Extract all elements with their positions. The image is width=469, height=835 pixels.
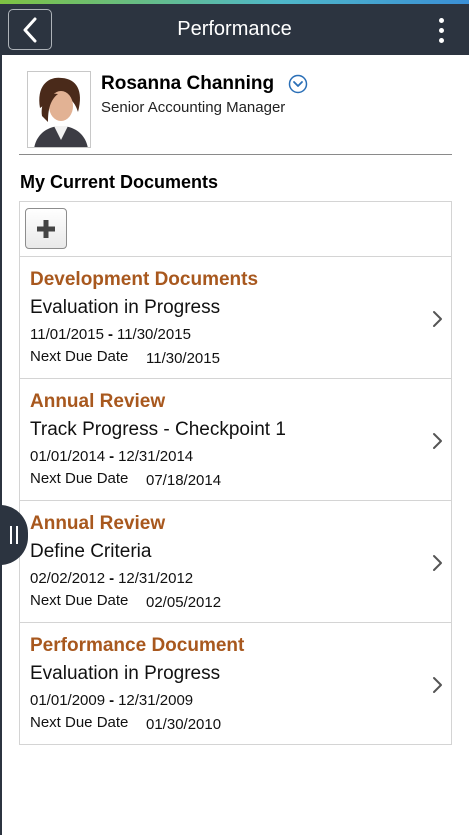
document-type: Development Documents <box>30 269 259 290</box>
chevron-right-icon <box>433 677 442 693</box>
document-row[interactable]: Annual Review Track Progress - Checkpoin… <box>20 379 451 501</box>
next-due-label: Next Due Date <box>30 348 129 365</box>
period-start: 01/01/2009 <box>30 692 106 709</box>
add-document-button[interactable] <box>25 208 67 249</box>
period-start: 02/02/2012 <box>30 570 106 587</box>
period-start: 01/01/2014 <box>30 448 106 465</box>
document-row[interactable]: Development Documents Evaluation in Prog… <box>20 257 451 379</box>
left-edge-rule <box>0 55 2 835</box>
documents-list: Development Documents Evaluation in Prog… <box>19 256 452 745</box>
chevron-right-icon <box>433 311 442 327</box>
next-due-date: 01/30/2010 <box>146 716 222 733</box>
document-status: Evaluation in Progress <box>30 663 221 684</box>
document-type: Performance Document <box>30 635 245 656</box>
kebab-menu-icon[interactable] <box>426 12 456 48</box>
chevron-right-icon <box>433 433 442 449</box>
next-due-label: Next Due Date <box>30 592 129 609</box>
next-due-label: Next Due Date <box>30 470 129 487</box>
period-end: 11/30/2015 <box>116 326 191 343</box>
next-due-date: 07/18/2014 <box>146 472 222 489</box>
add-document-bar <box>19 201 452 256</box>
period-separator: - <box>109 448 115 465</box>
period-end: 12/31/2009 <box>118 692 194 709</box>
divider <box>19 154 452 155</box>
period-separator: - <box>109 570 115 587</box>
document-period: 01/01/2014-12/31/2014 <box>30 448 193 465</box>
document-row[interactable]: Annual Review Define Criteria 02/02/2012… <box>20 501 451 623</box>
chevron-right-icon <box>433 555 442 571</box>
next-due-date: 11/30/2015 <box>146 350 220 367</box>
avatar <box>27 71 91 148</box>
document-period: 11/01/2015-11/30/2015 <box>30 326 191 343</box>
period-end: 12/31/2014 <box>118 448 194 465</box>
employee-profile: Rosanna Channing Senior Accounting Manag… <box>27 71 447 149</box>
period-start: 11/01/2015 <box>30 326 104 343</box>
document-status: Evaluation in Progress <box>30 297 221 318</box>
document-period: 01/01/2009-12/31/2009 <box>30 692 193 709</box>
page-title: Performance <box>177 18 292 40</box>
document-type: Annual Review <box>30 513 166 534</box>
app-header: Performance <box>0 4 469 55</box>
document-status: Define Criteria <box>30 541 152 562</box>
chevron-down-circle-icon[interactable] <box>288 74 308 94</box>
employee-name: Rosanna Channing <box>101 73 275 94</box>
document-status: Track Progress - Checkpoint 1 <box>30 419 286 440</box>
document-type: Annual Review <box>30 391 166 412</box>
plus-icon <box>37 219 55 238</box>
period-end: 12/31/2012 <box>118 570 194 587</box>
section-title: My Current Documents <box>20 172 219 192</box>
next-due-date: 02/05/2012 <box>146 594 222 611</box>
period-separator: - <box>109 692 115 709</box>
period-separator: - <box>107 326 113 343</box>
employee-job-title: Senior Accounting Manager <box>101 99 286 116</box>
document-period: 02/02/2012-12/31/2012 <box>30 570 193 587</box>
next-due-label: Next Due Date <box>30 714 129 731</box>
document-row[interactable]: Performance Document Evaluation in Progr… <box>20 623 451 744</box>
